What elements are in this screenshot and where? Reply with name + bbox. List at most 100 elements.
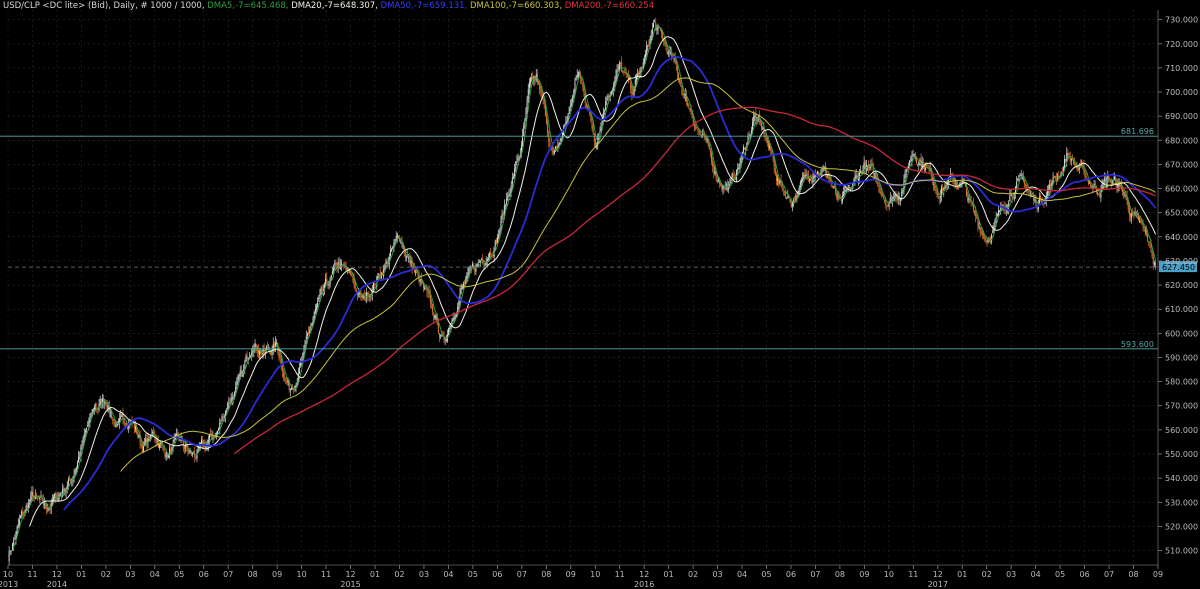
candle-body	[229, 403, 231, 404]
candle-body	[591, 121, 593, 128]
moving-averages	[12, 25, 1157, 552]
candle-body	[82, 437, 84, 444]
candle-body	[753, 116, 755, 124]
candle-body	[437, 323, 439, 333]
candle-body	[123, 419, 125, 424]
candle-body	[855, 175, 857, 179]
candle-body	[81, 444, 83, 446]
candle-body	[1077, 167, 1079, 171]
x-tick-label: 05	[174, 570, 184, 579]
candle-body	[432, 304, 434, 312]
candle-body	[790, 202, 792, 208]
candle-body	[290, 387, 292, 390]
candle-body	[220, 421, 222, 423]
dma200-line	[234, 106, 1156, 455]
candle-body	[656, 29, 658, 31]
x-tick-label: 06	[786, 570, 796, 579]
candle-body	[47, 509, 49, 511]
candle-body	[583, 89, 585, 97]
price-chart[interactable]: 681.696593.600627.450 510.000520.000530.…	[0, 0, 1200, 589]
candle-body	[246, 355, 248, 359]
candle-body	[284, 376, 286, 378]
candle-body	[936, 191, 938, 195]
y-tick-label: 710.000	[1165, 64, 1198, 73]
y-tick-label: 650.000	[1165, 209, 1198, 218]
candle-body	[647, 45, 649, 46]
candle-body	[255, 344, 257, 347]
candle-body	[786, 197, 788, 199]
candle-body	[464, 283, 466, 285]
candle-body	[195, 456, 197, 458]
candle-body	[321, 287, 323, 290]
x-tick-label: 03	[1006, 570, 1016, 579]
candle-body	[1144, 229, 1146, 231]
candle-body	[499, 230, 501, 234]
candle-body	[705, 137, 707, 140]
candle-body	[925, 167, 927, 170]
candle-body	[986, 240, 988, 244]
candle-body	[156, 441, 158, 442]
candle-body	[507, 195, 509, 201]
candle-body	[30, 496, 32, 503]
candle-body	[676, 65, 678, 73]
candle-body	[631, 87, 633, 95]
y-tick-label: 640.000	[1165, 233, 1198, 242]
candle-body	[355, 289, 357, 291]
candle-body	[279, 354, 281, 358]
candle-body	[479, 261, 481, 263]
candle-body	[63, 487, 65, 493]
candle-body	[484, 263, 486, 265]
candle-body	[802, 178, 804, 182]
candle-body	[173, 438, 175, 443]
x-axis: 10 11 12 01 02 03 04 05 06 07 08 09 10 11 12 01 02 03 04 05…	[0, 564, 1163, 589]
candle-body	[961, 181, 963, 183]
candle-body	[1017, 178, 1019, 181]
candle-body	[304, 339, 306, 346]
candle-body	[689, 108, 691, 111]
candle-body	[581, 78, 583, 82]
y-tick-label: 700.000	[1165, 88, 1198, 97]
candle-body	[175, 433, 177, 435]
candle-body	[582, 82, 584, 90]
candle-body	[70, 479, 72, 482]
candle-body	[9, 550, 11, 552]
candle-body	[610, 91, 612, 95]
candle-body	[1133, 213, 1135, 214]
x-tick-label: 01	[664, 570, 674, 579]
candle-body	[404, 251, 406, 257]
candle-body	[405, 256, 407, 259]
candle-body	[115, 424, 117, 428]
candle-body	[141, 444, 143, 453]
candle-body	[772, 155, 774, 159]
y-tick-label: 570.000	[1165, 402, 1198, 411]
candle-body	[960, 182, 962, 184]
candle-body	[882, 196, 884, 199]
candle-body	[525, 108, 527, 119]
candle-body	[185, 445, 187, 448]
candle-body	[1010, 195, 1012, 197]
x-tick-label: 05	[1055, 570, 1065, 579]
candle-body	[695, 127, 697, 129]
candle-body	[666, 48, 668, 55]
candle-body	[68, 478, 70, 479]
candle-body	[889, 197, 891, 202]
candle-body	[1152, 257, 1154, 264]
candle-body	[1085, 176, 1087, 178]
candle-body	[1084, 172, 1086, 177]
candle-body	[522, 135, 524, 146]
candle-body	[1050, 182, 1052, 188]
candle-body	[273, 344, 275, 348]
candle-body	[247, 358, 249, 360]
candle-body	[433, 312, 435, 319]
candle-body	[438, 333, 440, 338]
candle-body	[221, 416, 223, 421]
x-tick-label: 06	[492, 570, 502, 579]
candle-body	[390, 250, 392, 256]
candle-body	[819, 174, 821, 176]
candle-body	[1053, 176, 1055, 178]
y-tick-label: 530.000	[1165, 498, 1198, 507]
candle-body	[99, 399, 101, 405]
level-label: 681.696	[1121, 127, 1154, 136]
candle-body	[977, 219, 979, 226]
candle-body	[395, 236, 397, 241]
